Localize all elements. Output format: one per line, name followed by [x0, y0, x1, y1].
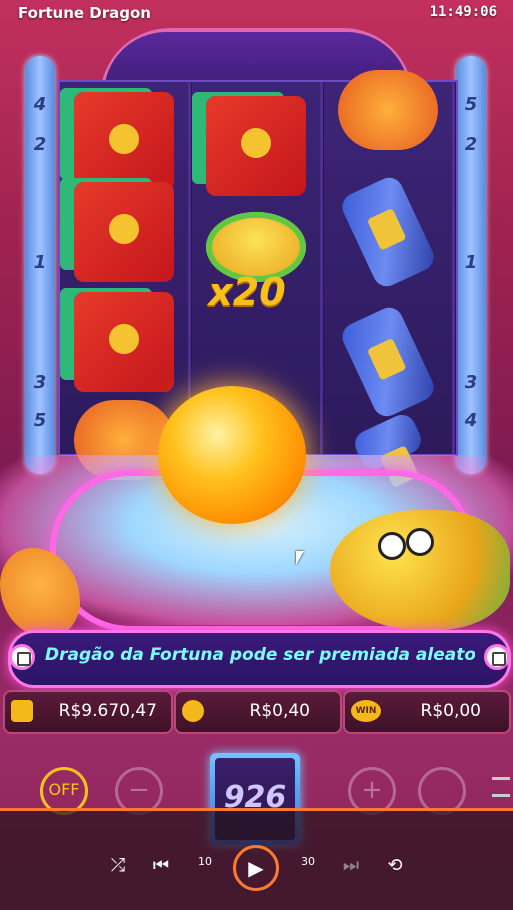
reel-3: [324, 70, 455, 474]
win-value: R$0,00: [420, 701, 481, 721]
payline-rail-left: 4 2 1 3 5: [25, 56, 55, 474]
dragon-mascot: [330, 510, 510, 630]
payline-number: 2: [33, 134, 47, 155]
payline-number: 3: [464, 372, 478, 393]
marquee-text: Dragão da Fortuna pode ser premiada alea…: [45, 645, 475, 665]
hat-multiplier: x20: [208, 270, 286, 314]
payline-number: 1: [464, 252, 478, 273]
rewind-10-icon[interactable]: 10: [190, 855, 220, 868]
wallet-icon: [11, 700, 33, 722]
clock: 11:49:06: [429, 4, 497, 20]
marquee-right-button[interactable]: [484, 644, 510, 670]
top-bar: Fortune Dragon 11:49:06: [0, 0, 513, 26]
next-icon[interactable]: ⏭: [336, 855, 366, 876]
win-panel: WIN R$0,00: [343, 690, 511, 734]
payline-rail-right: 5 2 1 3 4: [456, 56, 486, 474]
payline-number: 2: [464, 134, 478, 155]
dragon-eye: [406, 528, 434, 556]
marquee-left-button[interactable]: [9, 644, 35, 670]
payline-number: 3: [33, 372, 47, 393]
firecracker-icon: [337, 303, 439, 421]
balance-value: R$9.670,47: [58, 701, 157, 721]
win-icon: WIN: [351, 700, 381, 722]
mouse-cursor-icon: [296, 551, 304, 565]
payline-number: 1: [33, 252, 47, 273]
shuffle-icon[interactable]: ⤮: [103, 855, 133, 876]
previous-icon[interactable]: ⏮: [146, 855, 176, 876]
balance-panel[interactable]: R$9.670,47: [3, 690, 173, 734]
dragon-pearl: [158, 386, 306, 524]
coins-icon: [182, 700, 204, 722]
bet-panel[interactable]: R$0,40: [174, 690, 342, 734]
bet-value: R$0,40: [249, 701, 310, 721]
stats-bar: R$9.670,47 R$0,40 WIN R$0,00: [3, 690, 511, 734]
red-envelope-icon: [74, 292, 174, 392]
dragon-eye: [378, 532, 406, 560]
reel-1: [60, 82, 191, 480]
payline-number: 5: [464, 94, 478, 115]
payline-number: 4: [33, 94, 47, 115]
red-envelope-icon: [74, 92, 174, 192]
forward-30-icon[interactable]: 30: [293, 855, 323, 868]
payline-number: 5: [33, 410, 47, 431]
menu-icon[interactable]: [492, 777, 510, 797]
play-icon[interactable]: ▶: [233, 845, 279, 891]
turbo-label: OFF: [48, 780, 80, 799]
lantern-icon: [338, 70, 438, 150]
info-marquee: Dragão da Fortuna pode ser premiada alea…: [8, 630, 511, 688]
payline-number: 4: [464, 410, 478, 431]
firecracker-icon: [337, 173, 439, 291]
red-envelope-icon: [206, 96, 306, 196]
red-envelope-icon: [74, 182, 174, 282]
repeat-icon[interactable]: ⟲: [380, 855, 410, 876]
game-title: Fortune Dragon: [18, 4, 151, 22]
media-player-bar: ⤮ ⏮ 10 ▶ 30 ⏭ ⟲: [0, 811, 513, 910]
